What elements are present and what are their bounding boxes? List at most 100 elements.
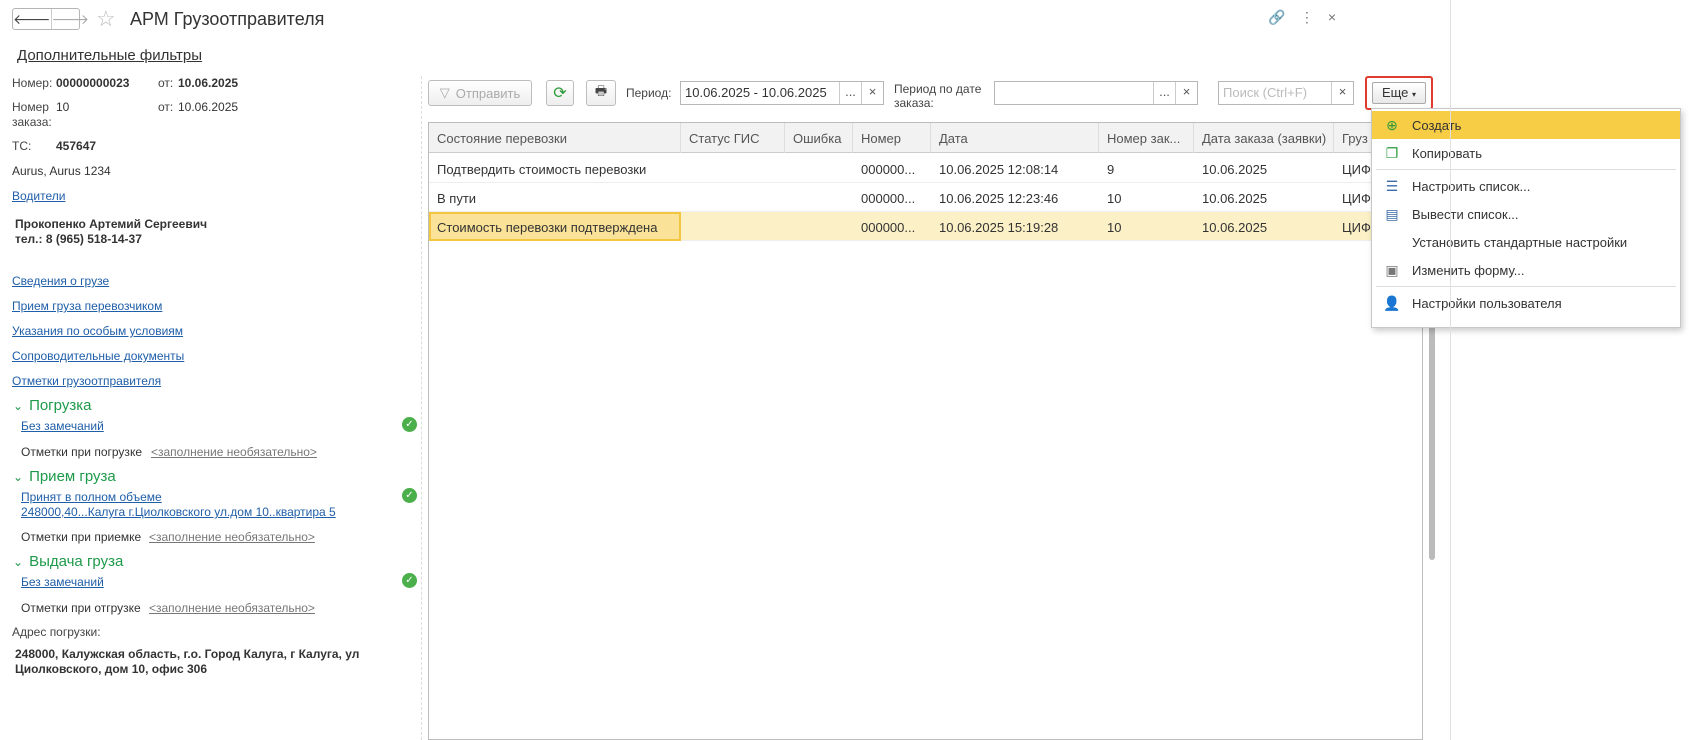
table-cell: 10.06.2025 12:23:46 <box>939 191 1059 206</box>
order-period-clear-button[interactable]: × <box>1175 82 1197 104</box>
column-header[interactable]: Состояние перевозки <box>429 123 681 153</box>
address-line-1: 248000, Калужская область, г.о. Город Ка… <box>15 647 360 661</box>
right-pane-border <box>1450 0 1451 740</box>
receipt-status-link[interactable]: Принят в полном объеме <box>21 490 162 504</box>
window-title: АРМ Грузоотправителя <box>130 9 325 29</box>
accompanying-docs-link[interactable]: Сопроводительные документы <box>12 349 184 363</box>
receipt-marks-field[interactable]: <заполнение необязательно> <box>149 530 315 544</box>
column-header[interactable]: Дата <box>931 123 1099 153</box>
order-value: 10 <box>56 100 70 114</box>
copy-icon: ❐ <box>1385 144 1399 161</box>
delivery-section-header[interactable]: ⌄ Выдача груза <box>13 553 123 570</box>
menu-item-output-list[interactable]: ▤ Вывести список... <box>1372 200 1680 228</box>
chevron-down-icon: ⌄ <box>13 470 24 484</box>
ts-model: Aurus, Aurus 1234 <box>12 164 111 178</box>
user-settings-icon: 👤 <box>1383 294 1401 311</box>
carrier-receipt-link[interactable]: Прием груза перевозчиком <box>12 299 162 313</box>
table-cell <box>785 154 853 183</box>
drivers-link[interactable]: Водители <box>12 189 65 203</box>
back-arrow-icon[interactable]: 🡐 <box>13 9 51 29</box>
order-date: 10.06.2025 <box>178 100 239 114</box>
period-clear-button[interactable]: × <box>861 82 883 104</box>
period-label: Период: <box>626 86 672 100</box>
receipt-marks-label: Отметки при приемке <box>21 530 142 544</box>
number-label: Номер: <box>12 76 53 90</box>
check-icon: ✓ <box>402 417 417 432</box>
cargo-info-link[interactable]: Сведения о грузе <box>12 274 109 288</box>
table-cell <box>681 183 785 212</box>
check-icon: ✓ <box>402 573 417 588</box>
more-vertical-icon[interactable]: ⋮ <box>1300 9 1314 26</box>
splitter[interactable] <box>421 76 422 740</box>
menu-item-create[interactable]: ⊕ Создать <box>1372 111 1680 139</box>
table-cell: 000000... <box>861 220 916 235</box>
loading-section-header[interactable]: ⌄ Погрузка <box>13 397 91 414</box>
ts-label: ТС: <box>12 139 32 153</box>
additional-filters-link[interactable]: Дополнительные фильтры <box>17 47 202 64</box>
more-button-highlight: Еще ▾ <box>1365 76 1433 110</box>
order-period-label: Период по дате заказа: <box>894 82 982 110</box>
forward-arrow-icon[interactable]: 🡒 <box>50 9 89 29</box>
more-button[interactable]: Еще ▾ <box>1372 82 1426 104</box>
menu-item-change-form[interactable]: ▣ Изменить форму... <box>1372 256 1680 284</box>
order-period-field[interactable]: ... × <box>994 81 1198 105</box>
driver-phone: тел.: 8 (965) 518-14-37 <box>15 232 142 246</box>
table-cell <box>785 212 853 241</box>
column-header[interactable]: Номер зак... <box>1099 123 1194 153</box>
period-select-button[interactable]: ... <box>839 82 861 104</box>
menu-separator <box>1376 286 1676 287</box>
shipper-marks-link[interactable]: Отметки грузоотправителя <box>12 374 161 388</box>
close-icon[interactable]: × <box>1328 9 1336 26</box>
list-settings-icon: ☰ <box>1385 177 1399 194</box>
loading-status-link[interactable]: Без замечаний <box>21 419 104 433</box>
order-period-select-button[interactable]: ... <box>1153 82 1175 104</box>
driver-name: Прокопенко Артемий Сергеевич <box>15 217 208 231</box>
table-cell: 000000... <box>861 162 916 177</box>
shipments-table: Состояние перевозки Статус ГИС Ошибка Но… <box>428 122 1423 740</box>
menu-item-default-settings[interactable]: Установить стандартные настройки <box>1372 228 1680 256</box>
address-label: Адрес погрузки: <box>12 625 101 639</box>
column-header[interactable]: Номер <box>853 123 931 153</box>
delivery-marks-label: Отметки при отгрузке <box>21 601 141 615</box>
table-cell: 10.06.2025 <box>1202 220 1268 235</box>
number-value: 00000000023 <box>56 76 130 90</box>
table-cell: 10.06.2025 15:19:28 <box>939 220 1059 235</box>
delivery-marks-field[interactable]: <заполнение необязательно> <box>149 601 315 615</box>
chevron-down-icon: ⌄ <box>13 555 24 569</box>
table-cell: 10 <box>1107 191 1122 206</box>
send-button[interactable]: ▽ Отправить <box>428 80 532 106</box>
column-header[interactable]: Дата заказа (заявки) <box>1194 123 1334 153</box>
receipt-section-header[interactable]: ⌄ Прием груза <box>13 468 116 485</box>
delivery-status-link[interactable]: Без замечаний <box>21 575 104 589</box>
output-list-icon: ▤ <box>1385 205 1399 222</box>
nav-buttons: 🡐 🡒 <box>12 8 89 30</box>
table-cell: 10 <box>1107 220 1122 235</box>
table-row[interactable]: Подтвердить стоимость перевозки 000000..… <box>429 154 1422 183</box>
refresh-button[interactable]: ⟳ <box>546 80 574 106</box>
menu-item-user-settings[interactable]: 👤 Настройки пользователя <box>1372 289 1680 317</box>
search-input[interactable]: Поиск (Ctrl+F) × <box>1218 81 1354 105</box>
table-row[interactable]: В пути 000000... 10.06.2025 12:23:46 10 … <box>429 183 1422 212</box>
menu-item-configure-list[interactable]: ☰ Настроить список... <box>1372 172 1680 200</box>
column-header[interactable]: Статус ГИС <box>681 123 785 153</box>
period-field[interactable]: 10.06.2025 - 10.06.2025 ... × <box>680 81 884 105</box>
table-cell <box>681 154 785 183</box>
chevron-down-icon: ⌄ <box>13 399 24 413</box>
special-conditions-link[interactable]: Указания по особым условиям <box>12 324 183 338</box>
table-cell: 10.06.2025 <box>1202 162 1268 177</box>
print-button[interactable]: 🖶 <box>586 80 616 106</box>
link-icon[interactable]: 🔗 <box>1268 9 1285 26</box>
search-clear-button[interactable]: × <box>1331 82 1353 104</box>
favorite-star-icon[interactable]: ☆ <box>96 6 116 32</box>
loading-marks-field[interactable]: <заполнение необязательно> <box>151 445 317 459</box>
menu-item-copy[interactable]: ❐ Копировать <box>1372 139 1680 167</box>
table-cell <box>681 212 785 241</box>
table-cell: 9 <box>1107 162 1115 177</box>
table-cell: Подтвердить стоимость перевозки <box>437 162 647 177</box>
plus-circle-icon: ⊕ <box>1386 116 1398 133</box>
column-header[interactable]: Ошибка <box>785 123 853 153</box>
table-row-selected[interactable]: Стоимость перевозки подтверждена 000000.… <box>429 212 1422 241</box>
order-date-label: от: <box>158 100 174 114</box>
receipt-address-link[interactable]: 248000,40...Калуга г.Циолковского ул.дом… <box>21 505 336 519</box>
dropdown-arrow-icon: ▾ <box>1412 90 1417 99</box>
